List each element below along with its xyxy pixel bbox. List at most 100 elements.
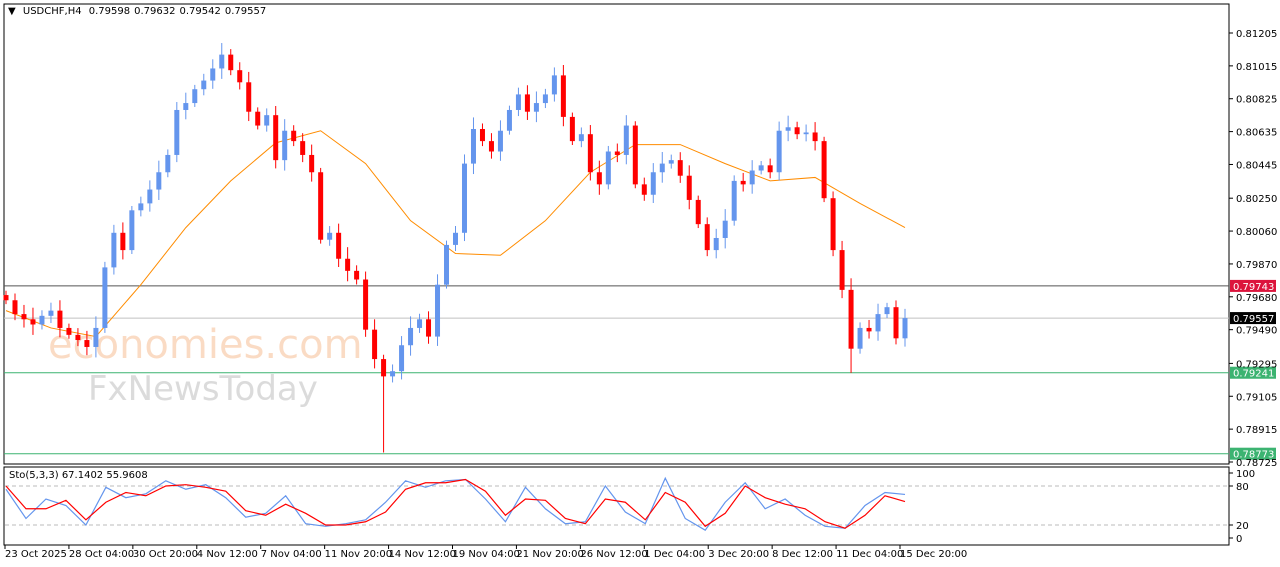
candle	[273, 105, 279, 169]
candle-body	[515, 94, 521, 110]
candle-body	[479, 129, 485, 142]
candle-body	[255, 111, 261, 126]
candle-body	[291, 130, 297, 142]
level-price-label: 0.79557	[1233, 314, 1274, 325]
candle	[300, 133, 306, 163]
candle-body	[893, 307, 899, 339]
candle	[138, 196, 144, 217]
candle-body	[848, 289, 854, 349]
candle-body	[875, 314, 881, 332]
candle-body	[623, 125, 629, 155]
candle-body	[632, 125, 638, 185]
price-tick-label: 0.80250	[1236, 194, 1277, 205]
price-tick-label: 0.80445	[1236, 160, 1277, 171]
candle-body	[578, 134, 584, 142]
candle	[318, 167, 324, 244]
candle-body	[372, 329, 378, 360]
candle-body	[704, 224, 710, 251]
time-tick-label: 19 Nov 04:00	[453, 549, 520, 560]
candle	[506, 105, 512, 135]
candle-body	[399, 345, 405, 372]
candle-body	[533, 103, 539, 112]
candle	[147, 180, 153, 212]
candle-body	[363, 279, 369, 330]
candle	[677, 152, 683, 183]
candle	[408, 316, 414, 356]
candle-body	[336, 232, 342, 259]
price-chart[interactable]: economies.com FxNewsToday 0.797430.79557…	[0, 0, 1280, 567]
candle-body	[596, 172, 602, 185]
candle-body	[659, 163, 665, 173]
candle	[210, 59, 216, 89]
candle-body	[857, 327, 863, 349]
candle-body	[129, 210, 135, 251]
candle	[174, 102, 180, 163]
candle-body	[192, 89, 198, 104]
stochastic-pane-border	[3, 466, 1230, 546]
candle	[569, 112, 575, 146]
candle-body	[884, 307, 890, 315]
candle	[776, 121, 782, 181]
candle-body	[587, 134, 593, 173]
candle	[111, 224, 117, 275]
candle	[21, 304, 27, 328]
candle	[713, 228, 719, 259]
candle-body	[156, 172, 162, 190]
candle-body	[614, 151, 620, 155]
candle-body	[237, 70, 243, 83]
candle-body	[39, 315, 45, 325]
candle-body	[75, 334, 81, 341]
price-tick-label: 0.79295	[1236, 359, 1277, 370]
candle	[291, 125, 297, 147]
candle	[551, 67, 557, 102]
stoch-signal-line	[5, 478, 906, 529]
candle	[848, 278, 854, 373]
candle-body	[309, 154, 315, 173]
candle-body	[470, 129, 476, 164]
candle-body	[300, 141, 306, 155]
candle-body	[66, 327, 72, 335]
candle-body	[435, 284, 441, 337]
candle-body	[30, 319, 36, 325]
candle-body	[453, 232, 458, 245]
price-tick-label: 0.80635	[1236, 128, 1277, 139]
candle-body	[542, 94, 548, 104]
candle-body	[273, 115, 279, 161]
candle	[704, 217, 710, 257]
candle-body	[767, 165, 773, 173]
candle-body	[354, 270, 360, 280]
candle-body	[120, 232, 126, 251]
candle-body	[318, 172, 324, 240]
candle	[650, 163, 656, 203]
candle	[884, 302, 890, 318]
candle-body	[165, 154, 171, 173]
candle	[740, 172, 746, 192]
candle	[668, 154, 674, 169]
candle	[515, 87, 521, 117]
candle-body	[147, 189, 153, 204]
candle-body	[839, 250, 845, 290]
candle	[372, 319, 378, 369]
candle-body	[785, 127, 791, 131]
time-tick-label: 11 Dec 04:00	[836, 549, 903, 560]
stochastic-title: Sto(5,3,3) 67.1402 55.9608	[9, 470, 148, 481]
candle	[758, 161, 764, 175]
candle	[641, 177, 647, 201]
candle	[282, 119, 288, 171]
candle	[812, 122, 818, 151]
candle-body	[111, 232, 117, 268]
candle-body	[264, 115, 270, 126]
stoch-tick-label: 80	[1236, 482, 1249, 493]
candle	[435, 274, 441, 346]
candle	[857, 322, 863, 354]
time-tick-label: 30 Oct 20:00	[133, 549, 198, 560]
candle-body	[417, 319, 423, 328]
candle	[120, 222, 126, 260]
price-tick-label: 0.79680	[1236, 293, 1277, 304]
stoch-tick-label: 100	[1236, 469, 1255, 480]
candle	[488, 133, 494, 159]
candle-body	[641, 184, 647, 195]
candle	[453, 226, 458, 251]
price-tick-label: 0.78915	[1236, 425, 1277, 436]
candle	[461, 154, 467, 242]
